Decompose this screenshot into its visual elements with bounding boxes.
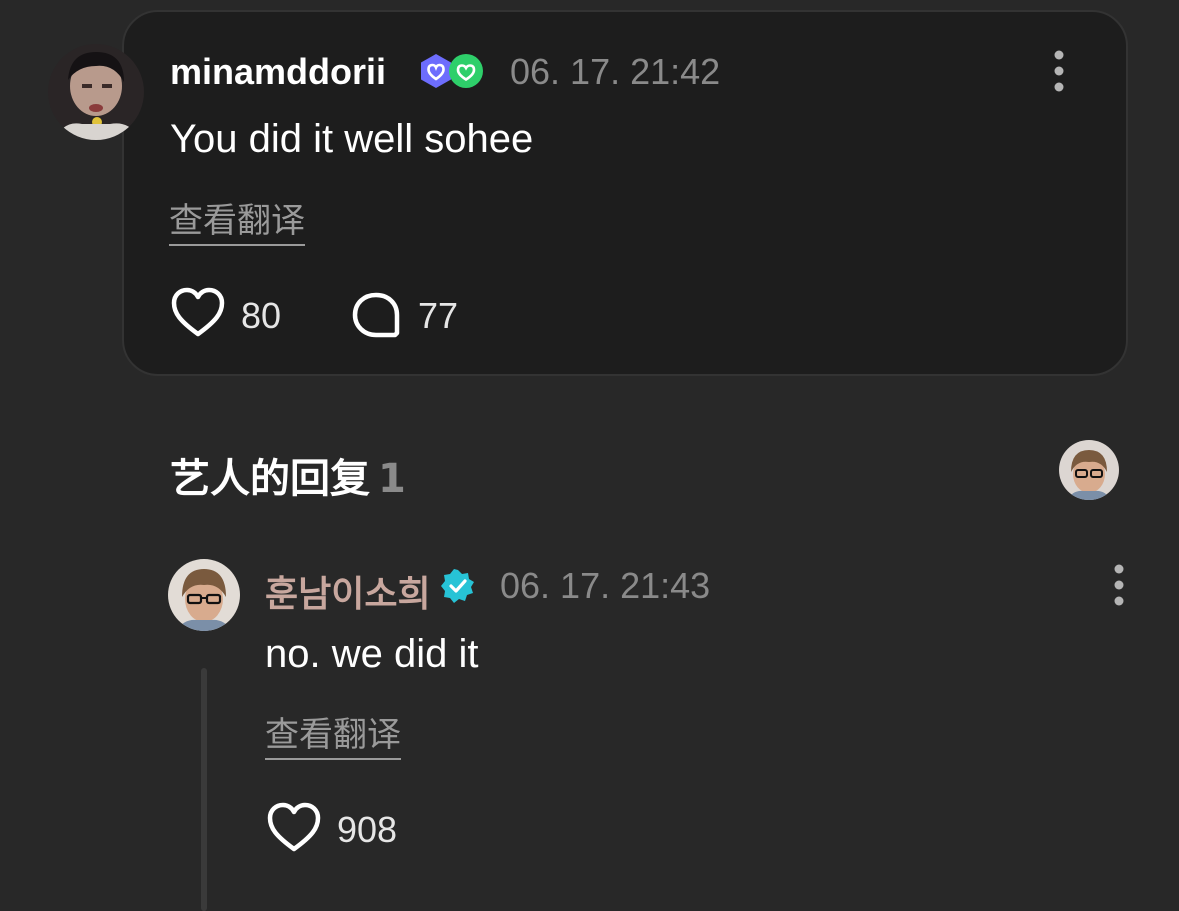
artist-verified-badge-icon bbox=[441, 569, 474, 603]
comment-timestamp: 06. 17. 21:42 bbox=[510, 51, 721, 92]
comment-thread-screen: minamddorii 06. 17. 21:42 You did it wel… bbox=[0, 0, 1179, 911]
comment-more-options-icon[interactable] bbox=[1049, 49, 1069, 93]
comment-text: You did it well sohee bbox=[170, 117, 534, 161]
comment-translate-link[interactable]: 查看翻译 bbox=[169, 193, 305, 246]
verified-fan-badge-icon bbox=[449, 54, 483, 88]
reply-timestamp: 06. 17. 21:43 bbox=[500, 565, 711, 606]
artist-replies-header: 艺人的回复 1 bbox=[170, 446, 406, 504]
comment-like-heart-icon[interactable] bbox=[170, 287, 226, 339]
reply-more-options-icon[interactable] bbox=[1109, 563, 1129, 607]
artist-replies-title: 艺人的回复 bbox=[170, 456, 370, 502]
artist-replies-avatar[interactable] bbox=[1059, 440, 1119, 500]
commenter-username[interactable]: minamddorii bbox=[170, 51, 386, 93]
reply-text: no. we did it bbox=[265, 632, 479, 676]
artist-avatar[interactable] bbox=[168, 559, 240, 631]
comment-reply-count: 77 bbox=[418, 295, 459, 336]
artist-username[interactable]: 훈남이소희 bbox=[265, 565, 431, 617]
reply-like-heart-icon[interactable] bbox=[266, 802, 322, 854]
reply-translate-link[interactable]: 查看翻译 bbox=[265, 707, 401, 760]
reply-thread-line bbox=[201, 668, 207, 911]
reply-like-count: 908 bbox=[337, 809, 398, 850]
commenter-avatar[interactable] bbox=[48, 44, 144, 140]
comment-reply-bubble-icon[interactable] bbox=[350, 290, 402, 340]
artist-replies-count: 1 bbox=[378, 456, 406, 502]
comment-like-count: 80 bbox=[241, 295, 282, 336]
